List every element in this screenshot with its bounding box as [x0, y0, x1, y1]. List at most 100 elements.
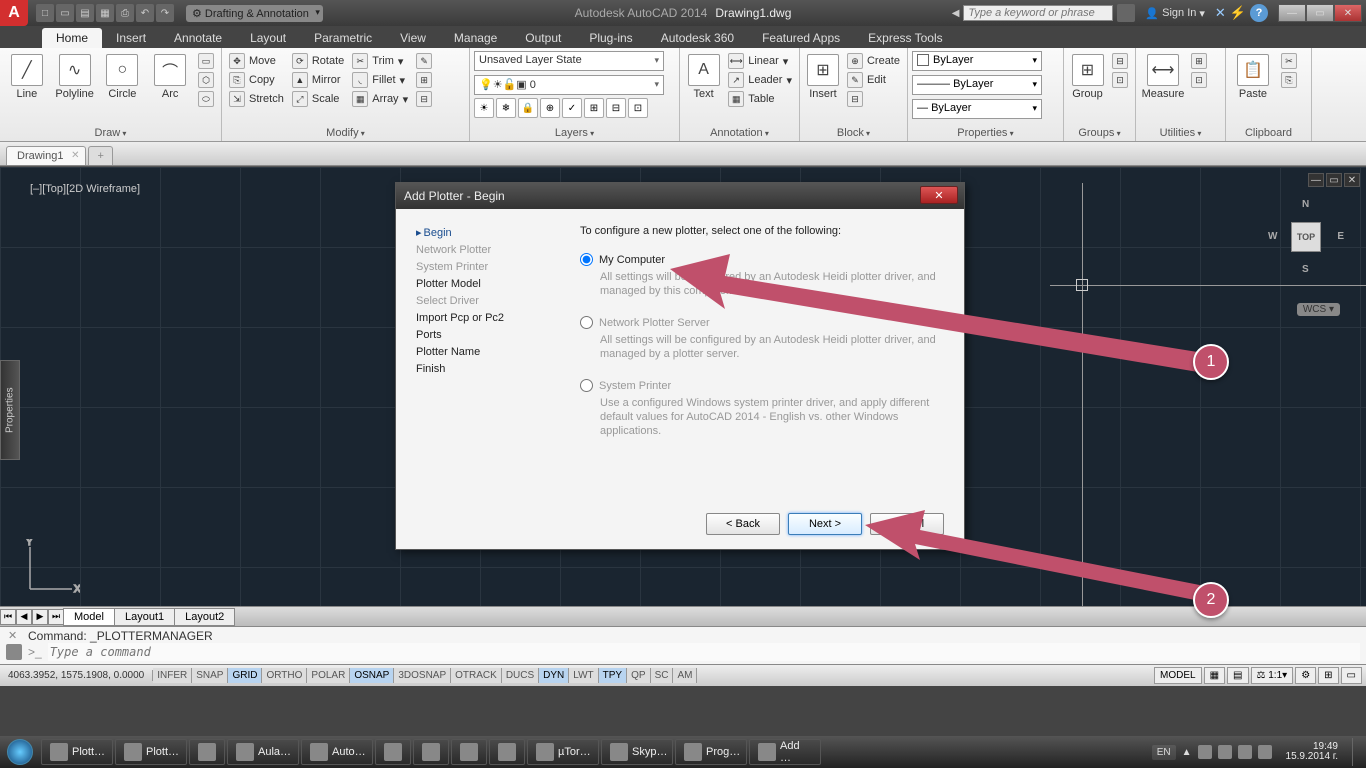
taskbar-item-0[interactable]: Plott… [41, 739, 113, 765]
util-extra1[interactable]: ⊞ [1188, 52, 1210, 70]
signin-button[interactable]: 👤 Sign In ▾ [1139, 7, 1210, 20]
modify-panel-title[interactable]: Modify [226, 125, 465, 141]
doctab-drawing1[interactable]: Drawing1✕ [6, 146, 86, 165]
wcs-badge[interactable]: WCS ▾ [1297, 303, 1340, 316]
tab-featuredapps[interactable]: Featured Apps [748, 28, 854, 48]
annotation-scale[interactable]: ⚖ 1:1▾ [1251, 667, 1294, 684]
tray-volume-icon[interactable] [1218, 745, 1232, 759]
workspace-switcher[interactable]: ⚙ Drafting & Annotation [186, 5, 323, 22]
linear-button[interactable]: ⟷Linear▾ [725, 52, 795, 70]
copy-clip-button[interactable]: ⎘ [1278, 71, 1300, 89]
radio-my-computer[interactable]: My Computer [580, 253, 944, 266]
view-controls[interactable]: [–][Top][2D Wireframe] [30, 183, 140, 195]
modify-extra2[interactable]: ⊞ [413, 71, 435, 89]
toggle-ortho[interactable]: ORTHO [262, 668, 307, 683]
layout-tab-model[interactable]: Model [63, 608, 115, 626]
app-icon[interactable]: A [0, 0, 28, 26]
taskbar-item-7[interactable] [451, 739, 487, 765]
minimize-button[interactable]: — [1278, 4, 1306, 22]
draw-extra1[interactable]: ▭ [195, 52, 217, 70]
copy-button[interactable]: ⎘Copy [226, 71, 287, 89]
exchange-icon[interactable]: ✕ [1215, 5, 1226, 21]
properties-panel-title[interactable]: Properties [912, 125, 1059, 141]
taskbar-item-8[interactable] [489, 739, 525, 765]
start-button[interactable] [0, 736, 40, 768]
tab-insert[interactable]: Insert [102, 28, 160, 48]
next-button[interactable]: Next > [788, 513, 862, 535]
tray-up-icon[interactable]: ▲ [1182, 747, 1192, 758]
status-icon4[interactable]: ⊞ [1318, 667, 1338, 684]
tab-plugins[interactable]: Plug-ins [575, 28, 646, 48]
edit-button[interactable]: ✎Edit [844, 71, 903, 89]
layout-nav-prev[interactable]: ◀ [16, 609, 32, 625]
layer-tool7[interactable]: ⊟ [606, 98, 626, 118]
qat-new-icon[interactable]: □ [36, 4, 54, 22]
qat-redo-icon[interactable]: ↷ [156, 4, 174, 22]
infocenter-icon[interactable] [1117, 4, 1135, 22]
doctab-new[interactable]: + [88, 146, 112, 165]
toggle-lwt[interactable]: LWT [569, 668, 598, 683]
toggle-ducs[interactable]: DUCS [502, 668, 539, 683]
tray-power-icon[interactable] [1258, 745, 1272, 759]
draw-extra3[interactable]: ⬭ [195, 90, 217, 108]
line-button[interactable]: ╱Line [4, 50, 50, 100]
groups-panel-title[interactable]: Groups [1068, 125, 1131, 141]
tab-view[interactable]: View [386, 28, 440, 48]
dialog-close-button[interactable]: ✕ [920, 186, 958, 204]
cmdline-close-icon[interactable]: ✕ [8, 629, 17, 642]
toggle-am[interactable]: AM [673, 668, 697, 683]
tab-layout[interactable]: Layout [236, 28, 300, 48]
toggle-3dosnap[interactable]: 3DOSNAP [394, 668, 451, 683]
insert-button[interactable]: ⊞Insert [804, 50, 842, 100]
scale-button[interactable]: ⤢Scale [289, 90, 347, 108]
status-icon3[interactable]: ⚙ [1295, 667, 1316, 684]
layer-state-combo[interactable]: Unsaved Layer State [474, 51, 664, 71]
taskbar-item-2[interactable] [189, 739, 225, 765]
coordinates[interactable]: 4063.3952, 1575.1908, 0.0000 [0, 670, 153, 681]
layer-tool3[interactable]: 🔒 [518, 98, 538, 118]
close-button[interactable]: ✕ [1334, 4, 1362, 22]
layers-panel-title[interactable]: Layers [474, 125, 675, 141]
layout-nav-next[interactable]: ▶ [32, 609, 48, 625]
dialog-titlebar[interactable]: Add Plotter - Begin ✕ [396, 183, 964, 209]
toggle-dyn[interactable]: DYN [539, 668, 569, 683]
viewport-minimize[interactable]: — [1308, 173, 1324, 187]
block-panel-title[interactable]: Block [804, 125, 903, 141]
linetype-combo[interactable]: ——— ByLayer [912, 75, 1042, 95]
toggle-polar[interactable]: POLAR [307, 668, 350, 683]
cancel-button[interactable]: Cancel [870, 513, 944, 535]
tab-manage[interactable]: Manage [440, 28, 511, 48]
qat-save-icon[interactable]: ▤ [76, 4, 94, 22]
doctab-close-icon[interactable]: ✕ [71, 150, 79, 161]
array-button[interactable]: ▦Array▾ [349, 90, 411, 108]
taskbar-item-11[interactable]: Prog… [675, 739, 747, 765]
taskbar-item-1[interactable]: Plott… [115, 739, 187, 765]
leader-button[interactable]: ↗Leader▾ [725, 71, 795, 89]
tab-expresstools[interactable]: Express Tools [854, 28, 956, 48]
status-icon5[interactable]: ▭ [1341, 667, 1362, 684]
layer-tool6[interactable]: ⊞ [584, 98, 604, 118]
polyline-button[interactable]: ∿Polyline [52, 50, 98, 100]
layout-nav-last[interactable]: ⏭ [48, 609, 64, 625]
modify-extra3[interactable]: ⊟ [413, 90, 435, 108]
move-button[interactable]: ✥Move [226, 52, 287, 70]
lineweight-combo[interactable]: — ByLayer [912, 99, 1042, 119]
radio-network-input[interactable] [580, 316, 593, 329]
language-indicator[interactable]: EN [1152, 745, 1176, 760]
status-icon2[interactable]: ▤ [1227, 667, 1248, 684]
annotation-panel-title[interactable]: Annotation [684, 125, 795, 141]
radio-system-printer[interactable]: System Printer [580, 379, 944, 392]
command-input[interactable] [48, 643, 1360, 661]
taskbar-item-4[interactable]: Auto… [301, 739, 373, 765]
layout-tab-layout1[interactable]: Layout1 [114, 608, 175, 626]
maximize-button[interactable]: ▭ [1306, 4, 1334, 22]
draw-extra2[interactable]: ⬡ [195, 71, 217, 89]
search-input[interactable] [963, 5, 1113, 21]
ungroup-button[interactable]: ⊟ [1109, 52, 1131, 70]
model-space-toggle[interactable]: MODEL [1154, 667, 1202, 684]
toggle-infer[interactable]: INFER [153, 668, 192, 683]
status-icon1[interactable]: ▦ [1204, 667, 1225, 684]
tab-parametric[interactable]: Parametric [300, 28, 386, 48]
measure-button[interactable]: ⟷Measure [1140, 50, 1186, 100]
group-edit-button[interactable]: ⊡ [1109, 71, 1131, 89]
